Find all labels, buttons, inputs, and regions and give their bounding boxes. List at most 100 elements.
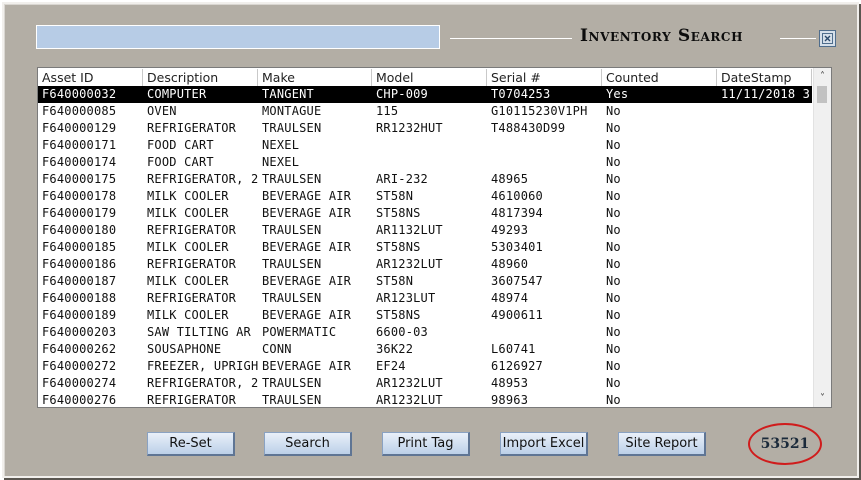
- cell-make: NEXEL: [262, 155, 300, 169]
- cell-counted: No: [606, 121, 621, 135]
- cell-asset-id: F640000262: [42, 342, 117, 356]
- cell-description: REFRIGERATOR: [147, 223, 237, 237]
- cell-datestamp: [717, 375, 812, 392]
- cell-make: TRAULSEN: [262, 172, 322, 186]
- table-row[interactable]: F640000274 REFRIGERATOR, 2 TRAULSEN AR1232L…: [38, 375, 812, 392]
- cell-model: AR1232LUT: [376, 393, 443, 407]
- import-excel-button[interactable]: Import Excel: [500, 432, 588, 456]
- cell-asset-id: F640000274: [42, 376, 117, 390]
- scroll-up-icon[interactable]: ˄: [814, 68, 831, 85]
- cell-serial: 48974: [491, 291, 529, 305]
- cell-model: ARI-232: [376, 172, 428, 186]
- cell-description: REFRIGERATOR: [147, 121, 237, 135]
- cell-datestamp: 11/11/2018 3: [721, 87, 811, 101]
- cell-datestamp: [717, 392, 812, 407]
- cell-model: 6600-03: [376, 325, 428, 339]
- cell-make: BEVERAGE AIR: [262, 359, 352, 373]
- cell-counted: No: [606, 359, 621, 373]
- cell-counted: No: [606, 308, 621, 322]
- column-header-serial[interactable]: Serial #: [487, 69, 602, 86]
- cell-serial: T0704253: [491, 87, 551, 101]
- table-row[interactable]: F640000171 FOOD CART NEXEL No: [38, 137, 812, 154]
- column-header-asset-id[interactable]: Asset ID: [38, 69, 143, 86]
- scroll-thumb[interactable]: [817, 86, 827, 103]
- table-row[interactable]: F640000188 REFRIGERATOR TRAULSEN AR123LUT 48…: [38, 290, 812, 307]
- cell-model: AR1232LUT: [376, 376, 443, 390]
- page-title: Inventory Search: [580, 26, 744, 46]
- cell-datestamp: [717, 154, 812, 171]
- cell-description: REFRIGERATOR: [147, 257, 237, 271]
- table-row[interactable]: F640000187 MILK COOLER BEVERAGE AIR ST58N 36…: [38, 273, 812, 290]
- cell-model: AR1232LUT: [376, 257, 443, 271]
- table-row[interactable]: F640000180 REFRIGERATOR TRAULSEN AR1132LUT 4…: [38, 222, 812, 239]
- vertical-scrollbar[interactable]: ˄ ˅: [813, 68, 831, 407]
- cell-asset-id: F640000203: [42, 325, 117, 339]
- close-button[interactable]: [819, 30, 836, 47]
- table-row[interactable]: F640000085 OVEN MONTAGUE 115 G10115230V1PH No: [38, 103, 812, 120]
- cell-model: AR1132LUT: [376, 223, 443, 237]
- site-report-button[interactable]: Site Report: [618, 432, 706, 456]
- column-header-datestamp[interactable]: DateStamp: [717, 69, 812, 86]
- cell-counted: No: [606, 155, 621, 169]
- cell-description: REFRIGERATOR, 2: [147, 376, 258, 390]
- column-header-model[interactable]: Model: [372, 69, 487, 86]
- column-header-description[interactable]: Description: [143, 69, 258, 86]
- cell-model: CHP-009: [376, 87, 428, 101]
- cell-serial: 48965: [491, 172, 529, 186]
- cell-make: TRAULSEN: [262, 393, 322, 407]
- cell-description: MILK COOLER: [147, 240, 229, 254]
- cell-description: MILK COOLER: [147, 206, 229, 220]
- table-row[interactable]: F640000203 SAW TILTING AR POWERMATIC 6600-0…: [38, 324, 812, 341]
- cell-counted: No: [606, 376, 621, 390]
- cell-serial: [487, 137, 602, 154]
- table-row[interactable]: F640000175 REFRIGERATOR, 2 TRAULSEN ARI-232…: [38, 171, 812, 188]
- cell-serial: 6126927: [491, 359, 543, 373]
- search-button[interactable]: Search: [264, 432, 352, 456]
- table-row[interactable]: F640000179 MILK COOLER BEVERAGE AIR ST58NS 4…: [38, 205, 812, 222]
- cell-description: REFRIGERATOR: [147, 291, 237, 305]
- table-row[interactable]: F640000129 REFRIGERATOR TRAULSEN RR1232HUT T…: [38, 120, 812, 137]
- cell-description: REFRIGERATOR, 2: [147, 172, 258, 186]
- reset-button[interactable]: Re-Set: [147, 432, 235, 456]
- cell-counted: No: [606, 104, 621, 118]
- cell-description: FOOD CART: [147, 138, 214, 152]
- cell-asset-id: F640000188: [42, 291, 117, 305]
- table-row[interactable]: F640000032 COMPUTER TANGENT CHP-009 T0704253…: [38, 86, 812, 103]
- cell-asset-id: F640000179: [42, 206, 117, 220]
- table-row[interactable]: F640000185 MILK COOLER BEVERAGE AIR ST58NS 5…: [38, 239, 812, 256]
- cell-datestamp: [717, 307, 812, 324]
- table-row[interactable]: F640000186 REFRIGERATOR TRAULSEN AR1232LUT 4…: [38, 256, 812, 273]
- cell-serial: 3607547: [491, 274, 543, 288]
- cell-make: CONN: [262, 342, 292, 356]
- cell-description: SAW TILTING AR: [147, 325, 251, 339]
- table-row[interactable]: F640000276 REFRIGERATOR TRAULSEN AR1232LUT 9…: [38, 392, 812, 407]
- cell-make: BEVERAGE AIR: [262, 189, 352, 203]
- scroll-down-icon[interactable]: ˅: [814, 390, 831, 407]
- cell-model: [372, 154, 487, 171]
- column-header-counted[interactable]: Counted: [602, 69, 717, 86]
- cell-serial: G10115230V1PH: [491, 104, 588, 118]
- table-row[interactable]: F640000178 MILK COOLER BEVERAGE AIR ST58N 46…: [38, 188, 812, 205]
- cell-asset-id: F640000180: [42, 223, 117, 237]
- table-row[interactable]: F640000272 FREEZER, UPRIGH BEVERAGE AIR EF2…: [38, 358, 812, 375]
- table-row[interactable]: F640000174 FOOD CART NEXEL No: [38, 154, 812, 171]
- inventory-table[interactable]: Asset ID Description Make Model Serial #…: [37, 67, 832, 408]
- cell-model: ST58NS: [376, 206, 421, 220]
- cell-asset-id: F640000186: [42, 257, 117, 271]
- table-row[interactable]: F640000189 MILK COOLER BEVERAGE AIR ST58NS 4…: [38, 307, 812, 324]
- print-tag-button[interactable]: Print Tag: [382, 432, 470, 456]
- cell-make: MONTAGUE: [262, 104, 322, 118]
- table-row[interactable]: F640000262 SOUSAPHONE CONN 36K22 L60741 No: [38, 341, 812, 358]
- cell-serial: 5303401: [491, 240, 543, 254]
- cell-description: REFRIGERATOR: [147, 393, 237, 407]
- cell-datestamp: [717, 324, 812, 341]
- cell-make: TRAULSEN: [262, 376, 322, 390]
- title-divider-right: [780, 38, 816, 39]
- cell-counted: No: [606, 240, 621, 254]
- search-input[interactable]: [36, 25, 440, 49]
- cell-description: OVEN: [147, 104, 177, 118]
- cell-asset-id: F640000187: [42, 274, 117, 288]
- cell-datestamp: [717, 239, 812, 256]
- column-header-make[interactable]: Make: [258, 69, 372, 86]
- cell-counted: No: [606, 393, 621, 407]
